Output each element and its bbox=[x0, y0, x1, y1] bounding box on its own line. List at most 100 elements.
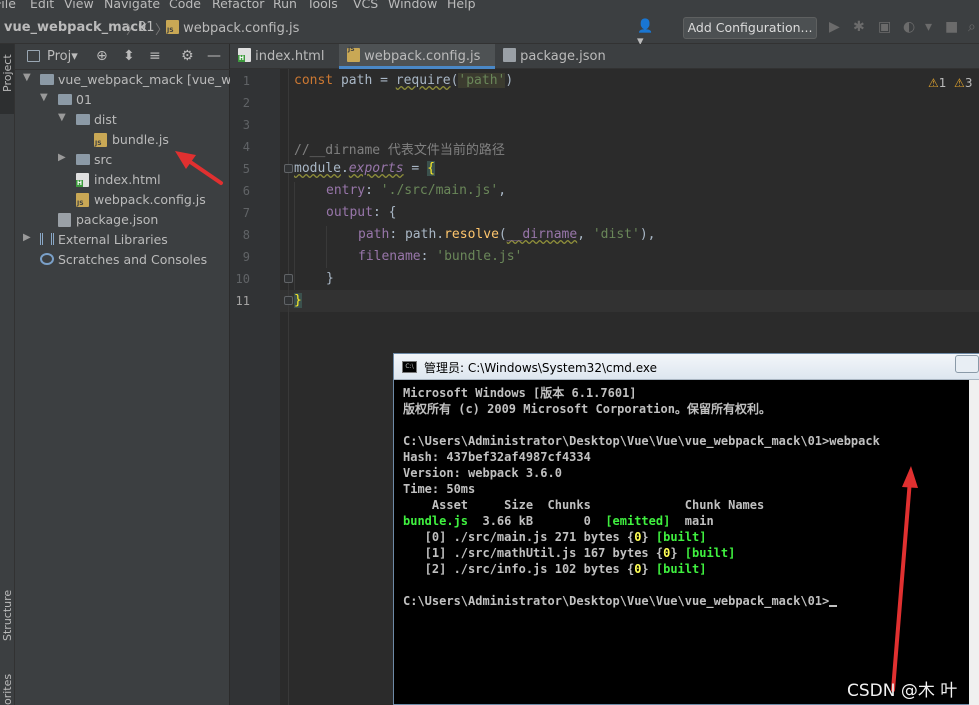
locate-icon[interactable]: ⊕ bbox=[96, 48, 108, 64]
js-file-icon bbox=[76, 193, 89, 208]
run-icon[interactable]: ▶ bbox=[829, 19, 840, 35]
folder-icon bbox=[76, 113, 90, 128]
more-run-icon[interactable]: ▾ bbox=[925, 19, 932, 35]
side-tab-project-label: Project bbox=[1, 54, 14, 92]
tab-package-json[interactable]: package.json ✕ bbox=[495, 44, 625, 88]
side-tab-project[interactable]: Project bbox=[0, 44, 14, 114]
menu-file[interactable]: File bbox=[0, 0, 16, 11]
tree-item-scratches[interactable]: Scratches and Consoles bbox=[15, 250, 230, 270]
menu-refactor[interactable]: Refactor bbox=[212, 0, 264, 11]
tab-index-html[interactable]: index.html ✕ bbox=[230, 44, 339, 88]
line-number: 2 bbox=[242, 96, 250, 110]
tree-item-src[interactable]: ▶ src bbox=[15, 150, 230, 170]
expand-arrow-icon[interactable]: ▼ bbox=[40, 92, 48, 103]
console-line: 版权所有 (c) 2009 Microsoft Corporation。保留所有… bbox=[403, 402, 771, 416]
tree-item-dist[interactable]: ▼ dist bbox=[15, 110, 230, 130]
line-number: 1 bbox=[242, 74, 250, 88]
tree-item-label: vue_webpack_mack [vue_web bbox=[58, 72, 230, 87]
tree-item-bundle-js[interactable]: bundle.js bbox=[15, 130, 230, 150]
console-line: C:\Users\Administrator\Desktop\Vue\Vue\v… bbox=[403, 434, 880, 448]
line-number: 4 bbox=[242, 140, 250, 154]
tree-item-webpack-config[interactable]: webpack.config.js bbox=[15, 190, 230, 210]
tree-item-package-json[interactable]: package.json bbox=[15, 210, 230, 230]
menu-edit[interactable]: Edit bbox=[30, 0, 54, 11]
js-file-icon bbox=[94, 133, 107, 148]
collapse-arrow-icon[interactable]: ▶ bbox=[58, 152, 66, 163]
search-everywhere-icon[interactable]: ⌕ bbox=[968, 19, 976, 35]
expand-arrow-icon[interactable]: ▼ bbox=[58, 112, 66, 123]
tree-item-index-html[interactable]: index.html bbox=[15, 170, 230, 190]
cmd-window: C:\ 管理员: C:\Windows\System32\cmd.exe Mic… bbox=[393, 353, 979, 705]
line-number: 6 bbox=[242, 184, 250, 198]
collapse-all-icon[interactable]: ⬍ bbox=[123, 48, 135, 64]
cmd-scrollbar[interactable] bbox=[969, 380, 979, 705]
menu-run[interactable]: Run bbox=[273, 0, 297, 11]
tree-item-01[interactable]: ▼ 01 bbox=[15, 90, 230, 110]
menu-vcs[interactable]: VCS bbox=[353, 0, 378, 11]
console-line: Microsoft Windows [版本 6.1.7601] bbox=[403, 386, 637, 400]
html-file-icon bbox=[238, 48, 251, 62]
line-number: 7 bbox=[242, 206, 250, 220]
editor-gutter: 1 3 2 4 5 6 7 8 9 10 11 bbox=[230, 69, 280, 705]
project-view-selector[interactable]: Proj▾ bbox=[47, 49, 78, 64]
json-file-icon bbox=[58, 213, 71, 228]
menu-view[interactable]: View bbox=[64, 0, 94, 11]
menu-navigate[interactable]: Navigate bbox=[104, 0, 160, 11]
tree-item-label: bundle.js bbox=[112, 132, 169, 147]
tree-item-label: src bbox=[94, 152, 113, 167]
libraries-icon bbox=[40, 233, 54, 248]
expand-icon[interactable]: ≡ bbox=[149, 48, 161, 64]
html-file-icon bbox=[76, 173, 89, 188]
code-line-4: //__dirname 代表文件当前的路径 bbox=[294, 143, 505, 158]
tab-webpack-config[interactable]: webpack.config.js ✕ bbox=[339, 37, 495, 88]
console-line: [2] ./src/info.js 102 bytes {0} [built] bbox=[403, 562, 707, 576]
debug-icon[interactable]: ✱ bbox=[853, 19, 865, 35]
user-icon[interactable]: 👤▾ bbox=[637, 19, 659, 49]
console-prompt-line: C:\Users\Administrator\Desktop\Vue\Vue\v… bbox=[403, 593, 838, 609]
stop-icon[interactable]: ■ bbox=[945, 19, 958, 35]
fold-icon[interactable] bbox=[284, 164, 293, 173]
folder-icon bbox=[58, 93, 72, 108]
current-line-highlight bbox=[280, 290, 979, 312]
json-file-icon bbox=[503, 48, 516, 62]
folder-icon bbox=[76, 153, 90, 168]
menu-window[interactable]: Window bbox=[388, 0, 437, 11]
menu-bar: File Edit View Navigate Code Refactor Ru… bbox=[0, 0, 979, 12]
gear-icon[interactable]: ⚙ bbox=[181, 48, 194, 64]
tree-item-label: index.html bbox=[94, 172, 161, 187]
hide-panel-icon[interactable]: — bbox=[207, 48, 221, 64]
collapse-arrow-icon[interactable]: ▶ bbox=[23, 232, 31, 243]
console-line: Asset Size Chunks Chunk Names bbox=[403, 498, 765, 512]
tree-item-project-root[interactable]: ▼ vue_webpack_mack [vue_web bbox=[15, 70, 230, 90]
warning-icon: ⚠ bbox=[928, 76, 939, 90]
add-configuration-button[interactable]: Add Configuration... bbox=[683, 17, 817, 39]
project-panel-header: Proj▾ ⊕ ⬍ ≡ ⚙ — bbox=[15, 44, 230, 70]
breadcrumb-file[interactable]: webpack.config.js bbox=[166, 20, 299, 36]
fold-icon[interactable] bbox=[284, 296, 293, 305]
expand-arrow-icon[interactable]: ▼ bbox=[23, 72, 31, 83]
tree-item-external-libraries[interactable]: ▶ External Libraries bbox=[15, 230, 230, 250]
fold-icon[interactable] bbox=[284, 274, 293, 283]
code-line-7: output: { bbox=[326, 205, 397, 220]
code-line-9: filename: 'bundle.js' bbox=[358, 249, 523, 264]
menu-code[interactable]: Code bbox=[169, 0, 201, 11]
indent-guide bbox=[326, 226, 327, 268]
console-line: [0] ./src/main.js 271 bytes {0} [built] bbox=[403, 530, 707, 544]
code-line-10: } bbox=[326, 271, 334, 286]
tab-label: webpack.config.js bbox=[364, 49, 481, 64]
minimize-button[interactable] bbox=[955, 355, 979, 373]
side-tab-structure[interactable]: Structure bbox=[0, 585, 14, 655]
cmd-title-bar[interactable]: C:\ 管理员: C:\Windows\System32\cmd.exe bbox=[394, 354, 979, 380]
cmd-output[interactable]: Microsoft Windows [版本 6.1.7601] 版权所有 (c)… bbox=[403, 385, 978, 703]
menu-tools[interactable]: Tools bbox=[307, 0, 338, 11]
profile-icon[interactable]: ◐ bbox=[903, 19, 915, 35]
js-file-icon bbox=[166, 20, 179, 34]
inspection-widget[interactable]: ⚠1 ⚠3 bbox=[928, 76, 972, 90]
side-tab-favorites[interactable]: orites bbox=[0, 670, 14, 705]
menu-help[interactable]: Help bbox=[447, 0, 476, 11]
tree-item-label: dist bbox=[94, 112, 117, 127]
project-panel: Proj▾ ⊕ ⬍ ≡ ⚙ — ▼ vue_webpack_mack [vue_… bbox=[15, 44, 230, 705]
code-line-11: } bbox=[294, 293, 302, 308]
coverage-icon[interactable]: ▣ bbox=[878, 19, 891, 35]
breadcrumb-folder[interactable]: 01 bbox=[138, 20, 155, 35]
